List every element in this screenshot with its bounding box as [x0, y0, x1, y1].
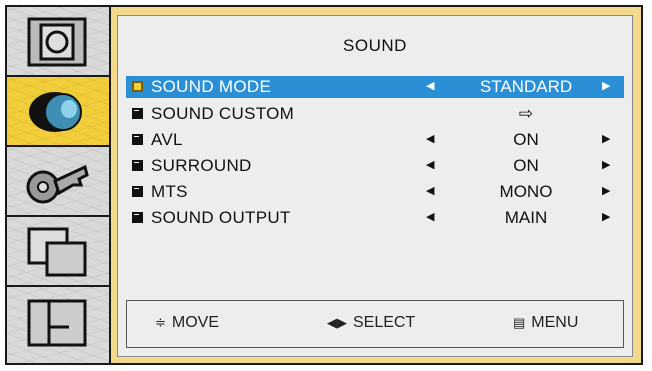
- enter-submenu-icon[interactable]: ⇨: [456, 104, 596, 124]
- arrow-right-icon[interactable]: ▶: [602, 210, 610, 223]
- arrow-right-icon[interactable]: ▶: [602, 132, 610, 145]
- arrow-right-icon[interactable]: ▶: [602, 79, 610, 92]
- menu-row-mts[interactable]: MTS ◀ MONO ▶: [126, 181, 624, 203]
- arrow-left-icon[interactable]: ◀: [426, 184, 434, 197]
- arrow-right-icon[interactable]: ▶: [602, 184, 610, 197]
- row-label: SOUND MODE: [151, 77, 272, 96]
- picture-icon: [27, 17, 87, 67]
- footer-select-label: SELECT: [353, 314, 416, 331]
- footer-move: ≑ MOVE: [155, 314, 219, 332]
- menu-title: SOUND: [343, 36, 407, 55]
- row-value: STANDARD: [479, 77, 573, 96]
- row-label: SOUND CUSTOM: [151, 104, 295, 123]
- row-bullet-icon: [132, 108, 143, 119]
- row-value: ON: [513, 156, 539, 175]
- row-label: SOUND OUTPUT: [151, 208, 291, 227]
- menu-row-surround[interactable]: SURROUND ◀ ON ▶: [126, 155, 624, 177]
- select-icon: ◀▶: [327, 315, 347, 330]
- setup-icon: [26, 164, 89, 204]
- menu-row-avl[interactable]: AVL ◀ ON ▶: [126, 129, 624, 151]
- move-icon: ≑: [155, 315, 166, 330]
- sound-menu-panel: SOUND SOUND MODE ◀ STANDARD ▶ SOUND CUST…: [117, 15, 633, 357]
- row-bullet-icon: [132, 186, 143, 197]
- row-bullet-icon: [132, 212, 143, 223]
- arrow-left-icon[interactable]: ◀: [426, 210, 434, 223]
- row-label: MTS: [151, 182, 188, 201]
- arrow-left-icon[interactable]: ◀: [426, 158, 434, 171]
- key-guide-bar: ≑ MOVE ◀▶ SELECT ▤ MENU: [126, 300, 624, 348]
- footer-menu: ▤ MENU: [513, 314, 578, 332]
- footer-move-label: MOVE: [171, 314, 220, 331]
- sidebar-item-setup[interactable]: [7, 147, 109, 217]
- footer-select: ◀▶ SELECT: [327, 314, 415, 332]
- sidebar-item-picture[interactable]: [7, 7, 109, 77]
- menu-row-sound-mode[interactable]: SOUND MODE ◀ STANDARD ▶: [126, 76, 624, 98]
- sidebar: [7, 7, 111, 363]
- menu-row-sound-custom[interactable]: SOUND CUSTOM ⇨: [126, 103, 624, 125]
- row-bullet-icon: [132, 81, 143, 92]
- row-label: AVL: [151, 130, 183, 149]
- menu-row-sound-output[interactable]: SOUND OUTPUT ◀ MAIN ▶: [126, 207, 624, 229]
- arrow-left-icon[interactable]: ◀: [426, 79, 434, 92]
- sidebar-item-sound[interactable]: [7, 77, 109, 147]
- row-bullet-icon: [132, 134, 143, 145]
- pip-icon: [27, 227, 87, 277]
- sidebar-item-function[interactable]: [7, 287, 109, 363]
- sound-icon: [29, 92, 82, 132]
- row-value: MONO: [499, 182, 553, 201]
- function-icon: [27, 299, 87, 347]
- row-bullet-icon: [132, 160, 143, 171]
- footer-menu-label: MENU: [531, 314, 579, 331]
- osd-window: SOUND SOUND MODE ◀ STANDARD ▶ SOUND CUST…: [5, 5, 643, 365]
- row-value: ON: [513, 130, 539, 149]
- menu-icon: ▤: [513, 315, 526, 330]
- arrow-right-icon[interactable]: ▶: [602, 158, 610, 171]
- row-value: MAIN: [504, 208, 548, 227]
- arrow-left-icon[interactable]: ◀: [426, 132, 434, 145]
- sidebar-item-pip[interactable]: [7, 217, 109, 287]
- row-label: SURROUND: [151, 156, 252, 175]
